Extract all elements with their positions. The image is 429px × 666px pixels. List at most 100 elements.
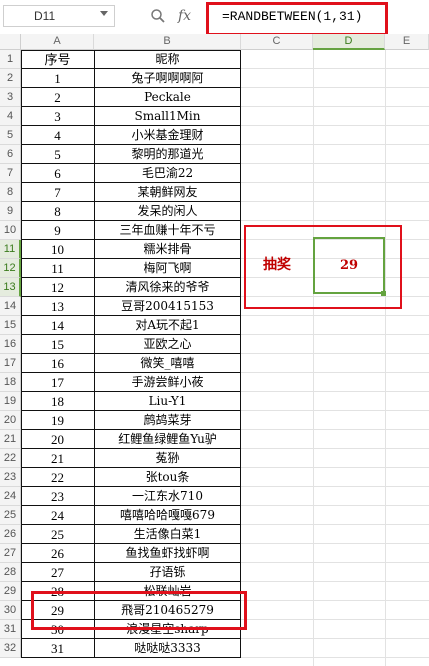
row-header[interactable]: 24 [0, 487, 21, 506]
column-header-a[interactable]: A [21, 34, 94, 50]
table-cell-nickname[interactable]: 嘻嘻哈哈嘎嘎679 [94, 506, 241, 525]
row-header[interactable]: 23 [0, 468, 21, 487]
table-cell-nickname[interactable]: 发呆的闲人 [94, 202, 241, 221]
table-cell-index[interactable]: 4 [21, 126, 94, 145]
row-header[interactable]: 32 [0, 639, 21, 658]
row-header[interactable]: 31 [0, 620, 21, 639]
table-cell-index[interactable]: 19 [21, 411, 94, 430]
table-cell-index[interactable]: 22 [21, 468, 94, 487]
table-cell-nickname[interactable]: 孖语铄 [94, 563, 241, 582]
row-header[interactable]: 21 [0, 430, 21, 449]
row-header[interactable]: 2 [0, 69, 21, 88]
table-cell-nickname[interactable]: 兔子啊啊啊阿 [94, 69, 241, 88]
table-cell-index[interactable]: 14 [21, 316, 94, 335]
table-cell-nickname[interactable]: 鱼找鱼虾找虾啊 [94, 544, 241, 563]
table-cell-index[interactable]: 17 [21, 373, 94, 392]
row-header[interactable]: 13 [0, 278, 21, 297]
row-header[interactable]: 6 [0, 145, 21, 164]
table-cell-nickname[interactable]: 张tou条 [94, 468, 241, 487]
table-cell-nickname[interactable]: 三年血赚十年不亏 [94, 221, 241, 240]
row-header[interactable]: 8 [0, 183, 21, 202]
table-cell-nickname[interactable]: 手游尝鲜小莜 [94, 373, 241, 392]
table-cell-index[interactable]: 24 [21, 506, 94, 525]
row-header[interactable]: 22 [0, 449, 21, 468]
row-header[interactable]: 14 [0, 297, 21, 316]
row-header[interactable]: 5 [0, 126, 21, 145]
table-cell-nickname[interactable]: Peckale [94, 88, 241, 107]
table-cell-index[interactable]: 15 [21, 335, 94, 354]
select-all-corner[interactable] [0, 34, 21, 50]
table-cell-index[interactable]: 5 [21, 145, 94, 164]
table-cell-index[interactable]: 25 [21, 525, 94, 544]
function-icon[interactable]: fx [178, 8, 191, 24]
chevron-down-icon[interactable] [100, 11, 108, 16]
row-header[interactable]: 20 [0, 411, 21, 430]
row-header[interactable]: 29 [0, 582, 21, 601]
table-cell-nickname[interactable]: 红鲤鱼绿鲤鱼Yu驴 [94, 430, 241, 449]
row-header[interactable]: 12 [0, 259, 21, 278]
table-cell-nickname[interactable]: 豆哥200415153 [94, 297, 241, 316]
row-header[interactable]: 26 [0, 525, 21, 544]
name-box[interactable]: D11 [3, 5, 115, 27]
table-cell-nickname[interactable]: 微笑_嘻嘻 [94, 354, 241, 373]
row-header[interactable]: 25 [0, 506, 21, 525]
table-cell-index[interactable]: 1 [21, 69, 94, 88]
table-cell-index[interactable]: 12 [21, 278, 94, 297]
table-cell-index[interactable]: 6 [21, 164, 94, 183]
table-cell-index[interactable]: 10 [21, 240, 94, 259]
table-cell-index[interactable]: 21 [21, 449, 94, 468]
row-header[interactable]: 19 [0, 392, 21, 411]
row-header[interactable]: 3 [0, 88, 21, 107]
table-cell-nickname[interactable]: 清风徐来的爷爷 [94, 278, 241, 297]
table-cell-index[interactable]: 23 [21, 487, 94, 506]
zoom-search-icon[interactable] [150, 8, 166, 28]
table-cell-index[interactable]: 20 [21, 430, 94, 449]
row-header[interactable]: 1 [0, 50, 21, 69]
row-header[interactable]: 4 [0, 107, 21, 126]
table-cell-nickname[interactable]: 生活像白菜1 [94, 525, 241, 544]
header-cell-nickname[interactable]: 昵称 [94, 50, 241, 69]
column-header-b[interactable]: B [94, 34, 241, 50]
table-cell-index[interactable]: 8 [21, 202, 94, 221]
row-header[interactable]: 28 [0, 563, 21, 582]
table-cell-index[interactable]: 13 [21, 297, 94, 316]
table-cell-index[interactable]: 16 [21, 354, 94, 373]
table-cell-nickname[interactable]: 某朝鲜网友 [94, 183, 241, 202]
table-cell-nickname[interactable]: 梅阿飞啊 [94, 259, 241, 278]
table-cell-index[interactable]: 7 [21, 183, 94, 202]
row-header[interactable]: 15 [0, 316, 21, 335]
table-cell-nickname[interactable]: Small1Min [94, 107, 241, 126]
row-header[interactable]: 9 [0, 202, 21, 221]
row-header[interactable]: 7 [0, 164, 21, 183]
row-header[interactable]: 18 [0, 373, 21, 392]
table-cell-index[interactable]: 27 [21, 563, 94, 582]
table-cell-index[interactable]: 11 [21, 259, 94, 278]
header-cell-index[interactable]: 序号 [21, 50, 94, 69]
table-cell-nickname[interactable]: 鹧鸪菜芽 [94, 411, 241, 430]
table-cell-index[interactable]: 26 [21, 544, 94, 563]
table-cell-nickname[interactable]: Liu-Y1 [94, 392, 241, 411]
table-cell-index[interactable]: 2 [21, 88, 94, 107]
table-cell-nickname[interactable]: 糯米排骨 [94, 240, 241, 259]
table-cell-nickname[interactable]: 哒哒哒3333 [94, 639, 241, 658]
table-cell-nickname[interactable]: 菟狲 [94, 449, 241, 468]
column-header-c[interactable]: C [241, 34, 313, 50]
row-header[interactable]: 27 [0, 544, 21, 563]
table-cell-index[interactable]: 9 [21, 221, 94, 240]
table-cell-nickname[interactable]: 毛巴渝22 [94, 164, 241, 183]
row-header[interactable]: 17 [0, 354, 21, 373]
table-cell-nickname[interactable]: 亚欧之心 [94, 335, 241, 354]
table-cell-nickname[interactable]: 黎明的那道光 [94, 145, 241, 164]
row-header[interactable]: 30 [0, 601, 21, 620]
column-header-e[interactable]: E [385, 34, 429, 50]
row-header[interactable]: 16 [0, 335, 21, 354]
row-header[interactable]: 10 [0, 221, 21, 240]
table-cell-index[interactable]: 3 [21, 107, 94, 126]
table-cell-index[interactable]: 18 [21, 392, 94, 411]
table-cell-nickname[interactable]: 一江东水710 [94, 487, 241, 506]
column-header-d[interactable]: D [313, 34, 385, 50]
table-cell-nickname[interactable]: 小米基金理财 [94, 126, 241, 145]
table-cell-nickname[interactable]: 对A玩不起1 [94, 316, 241, 335]
table-cell-index[interactable]: 31 [21, 639, 94, 658]
row-header[interactable]: 11 [0, 240, 21, 259]
